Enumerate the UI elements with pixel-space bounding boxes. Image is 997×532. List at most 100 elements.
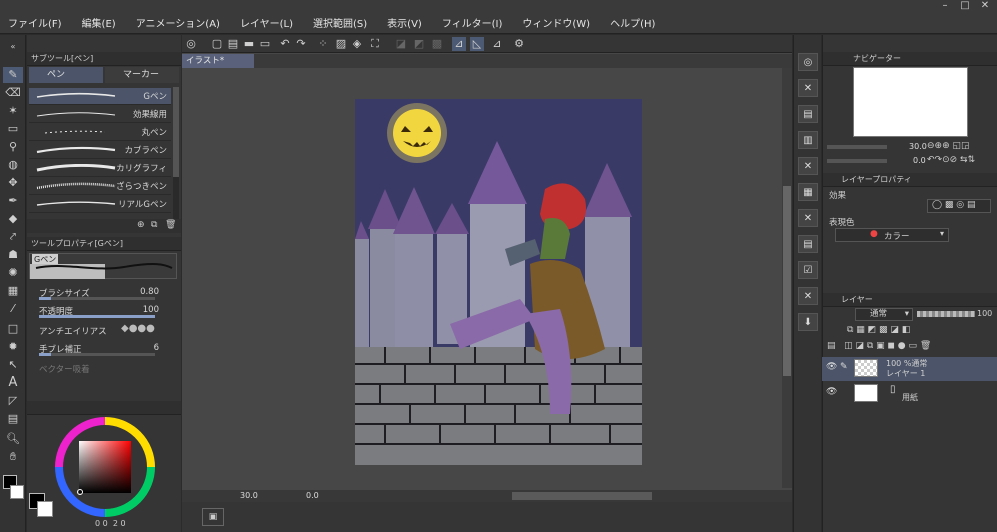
navigator-angle-slider[interactable]	[827, 159, 887, 163]
collapse-icon[interactable]: «	[3, 39, 23, 55]
brush-item-effect[interactable]: 効果線用	[29, 106, 171, 123]
open-file-icon[interactable]: ▤	[226, 37, 240, 51]
material-grid-icon[interactable]: ▦	[798, 183, 818, 201]
menu-view[interactable]: 表示(V)	[387, 15, 422, 30]
stabilization-row[interactable]: 手ブレ補正 6	[35, 341, 175, 357]
layer-opacity-value[interactable]: 100	[977, 309, 992, 318]
snap2-icon[interactable]: ◩	[412, 37, 426, 51]
add-subtool-icon[interactable]: ⊕	[137, 220, 145, 230]
material-x4-icon[interactable]: ✕	[798, 287, 818, 305]
tab-marker[interactable]: マーカー	[105, 67, 179, 83]
close-button[interactable]: ✕	[978, 0, 992, 12]
brush-item-calligraphy[interactable]: カリグラフィ	[29, 160, 171, 177]
transform-icon[interactable]: ⛶	[368, 37, 382, 51]
vector-row[interactable]: ベクター吸着	[35, 361, 175, 377]
canvas-horizontal-scrollbar[interactable]	[182, 490, 792, 502]
export-icon[interactable]: ▭	[258, 37, 272, 51]
brush-size-value[interactable]: 0.80	[140, 287, 159, 297]
maximize-button[interactable]: □	[958, 0, 972, 12]
magnifier-icon[interactable]: 🔍︎	[3, 431, 23, 447]
canvas-vertical-scrollbar[interactable]	[782, 68, 792, 488]
material-x2-icon[interactable]: ✕	[798, 157, 818, 175]
move-tool-icon[interactable]: ✥	[3, 175, 23, 191]
pen-tool-icon[interactable]: ✎	[3, 67, 23, 83]
menu-selection[interactable]: 選択範囲(S)	[313, 15, 367, 30]
zoom-value[interactable]: 30.0	[240, 491, 258, 500]
minimize-button[interactable]: –	[938, 0, 952, 12]
grid-snap-icon[interactable]: ⊿	[490, 37, 504, 51]
navigator-zoom-slider[interactable]	[827, 145, 887, 149]
navigator-angle-value[interactable]: 0.0	[913, 156, 926, 165]
curve-snap-icon[interactable]: ◺	[470, 37, 484, 51]
zoom-controls-icon[interactable]: ⊖⊕⊕ ◱◲	[927, 141, 970, 151]
magic-wand-icon[interactable]: ✶	[3, 103, 23, 119]
operation-icon[interactable]: ↖	[3, 357, 23, 373]
antialias-options[interactable]: ◆●●●	[121, 323, 155, 334]
tab-pen[interactable]: ペン	[29, 67, 103, 83]
brush-item-real-gpen[interactable]: リアルGペン	[29, 196, 171, 213]
sub-color-indicator[interactable]	[37, 501, 53, 517]
zoom-tool-icon[interactable]: ⚲	[3, 139, 23, 155]
selection-icon[interactable]: ▭	[3, 121, 23, 137]
fill-icon[interactable]: ◈	[350, 37, 364, 51]
brush-size-row[interactable]: ブラシサイズ 0.80	[35, 285, 175, 301]
navigator-zoom-value[interactable]: 30.0	[909, 142, 927, 151]
opacity-value[interactable]: 100	[143, 305, 159, 315]
smudge-icon[interactable]: ✺	[3, 265, 23, 281]
ruler-snap-icon[interactable]: ⊿	[452, 37, 466, 51]
snap3-icon[interactable]: ▩	[430, 37, 444, 51]
quick-access-icon[interactable]: ◎	[798, 53, 818, 71]
material-page-icon[interactable]: ▥	[798, 131, 818, 149]
material-x-icon[interactable]: ✕	[798, 79, 818, 97]
stabilization-slider[interactable]	[39, 353, 155, 356]
menu-layer[interactable]: レイヤー(L)	[240, 15, 293, 30]
rotate-controls-icon[interactable]: ↶↷⊙⊘ ⇆⇅	[927, 155, 975, 165]
frame-icon[interactable]: ▤	[3, 411, 23, 427]
text-tool-icon[interactable]: A	[3, 375, 23, 391]
deselect-icon[interactable]: ⁘	[316, 37, 330, 51]
copy-subtool-icon[interactable]: ⧉	[151, 220, 157, 230]
brush-item-rough[interactable]: ざらつきペン	[29, 178, 171, 195]
settings-icon[interactable]: ⚙	[512, 37, 526, 51]
opacity-row[interactable]: 不透明度 100	[35, 303, 175, 319]
antialias-row[interactable]: アンチエイリアス ◆●●●	[35, 323, 175, 339]
decoration-icon[interactable]: ☗	[3, 247, 23, 263]
save-icon[interactable]: ▬	[242, 37, 256, 51]
ruler-icon[interactable]: ◸	[3, 393, 23, 409]
material-check-icon[interactable]: ☑	[798, 261, 818, 279]
new-file-icon[interactable]: ▢	[210, 37, 224, 51]
visibility-eye-icon[interactable]: 👁︎	[826, 362, 837, 372]
undo-icon[interactable]: ↶	[278, 37, 292, 51]
airbrush-icon[interactable]: ⤤	[3, 229, 23, 245]
material-download-icon[interactable]: ⬇	[798, 313, 818, 331]
document-tab[interactable]: イラスト*	[182, 54, 254, 68]
layer-tools-icon[interactable]: ⧉ ▦ ◩ ▩ ◪ ◧	[847, 325, 910, 335]
fill-tool-icon[interactable]: ◍	[3, 157, 23, 173]
layer-actions-icon[interactable]: ▤ ◫ ◪ ⧉ ▣ ◼ ● ▭ 🗑︎	[827, 341, 931, 351]
redo-icon[interactable]: ↷	[294, 37, 308, 51]
edit-pencil-icon[interactable]: ✎	[840, 362, 848, 372]
material-page2-icon[interactable]: ▤	[798, 235, 818, 253]
brush-item-gpen[interactable]: Gペン	[29, 88, 171, 105]
stabilization-value[interactable]: 6	[154, 343, 159, 353]
gradient-icon[interactable]: ▦	[3, 283, 23, 299]
brush-tool-icon[interactable]: ✒	[3, 193, 23, 209]
blend-tool-icon[interactable]: ◆	[3, 211, 23, 227]
navigator-toggle-icon[interactable]: ▣	[202, 508, 224, 526]
delete-subtool-icon[interactable]: 🗑︎	[165, 220, 176, 230]
fill-bucket-icon[interactable]: ✹	[3, 339, 23, 355]
material-x3-icon[interactable]: ✕	[798, 209, 818, 227]
expression-select[interactable]: ● カラー ▾	[835, 228, 949, 242]
brush-item-maru[interactable]: 丸ペン	[29, 124, 171, 141]
clear-icon[interactable]: ▨	[334, 37, 348, 51]
menu-animation[interactable]: アニメーション(A)	[136, 15, 220, 30]
figure-icon[interactable]: □	[3, 321, 23, 337]
visibility-eye-icon[interactable]: 👁︎	[826, 387, 837, 397]
menu-edit[interactable]: 編集(E)	[82, 15, 116, 30]
material-doc-icon[interactable]: ▤	[798, 105, 818, 123]
menu-filter[interactable]: フィルター(I)	[442, 15, 503, 30]
effect-buttons[interactable]: ◯ ▩ ◎ ▤	[927, 199, 991, 213]
subtool-scrollbar[interactable]	[173, 87, 179, 219]
opacity-slider[interactable]	[39, 315, 155, 318]
menu-file[interactable]: ファイル(F)	[8, 15, 62, 30]
